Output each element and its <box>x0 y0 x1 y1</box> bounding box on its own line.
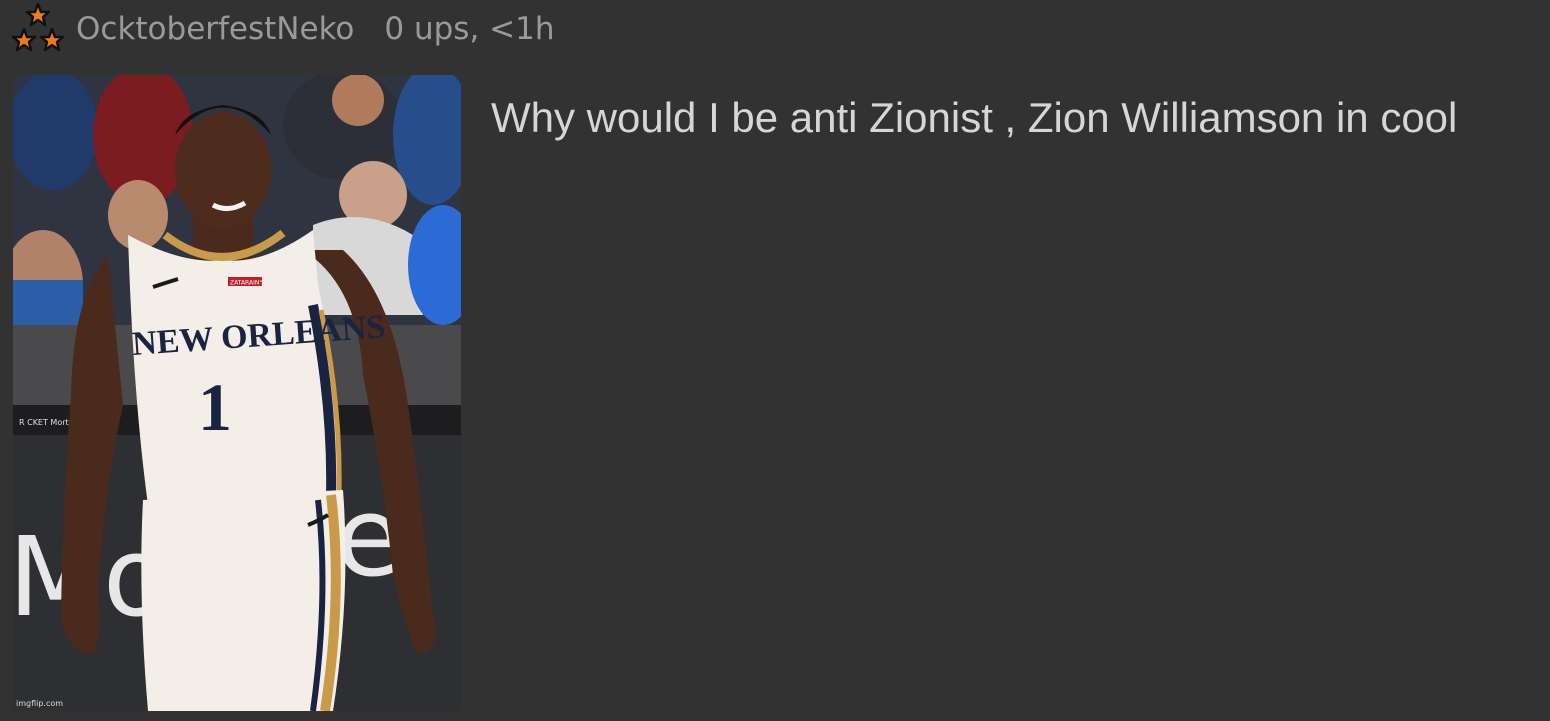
imgflip-watermark: imgflip.com <box>16 699 64 708</box>
author-link[interactable]: OcktoberfestNeko <box>76 13 354 45</box>
meme-image[interactable]: R CKET Mortgage Mor e NEW ORLEANS 1 ZATA… <box>13 75 461 711</box>
comment-header: OcktoberfestNeko 0 ups, <1h <box>10 2 555 56</box>
post-meta: 0 ups, <1h <box>384 10 555 47</box>
basketball-player-photo: R CKET Mortgage Mor e NEW ORLEANS 1 ZATA… <box>13 75 461 711</box>
meme-comment: OcktoberfestNeko 0 ups, <1h R CKET Mortg… <box>0 0 1550 721</box>
comment-caption: Why would I be anti Zionist , Zion Willi… <box>491 94 1458 141</box>
jersey-number: 1 <box>198 369 232 445</box>
three-stars-icon <box>11 2 65 52</box>
sponsor-patch: ZATARAIN'S <box>230 280 265 287</box>
